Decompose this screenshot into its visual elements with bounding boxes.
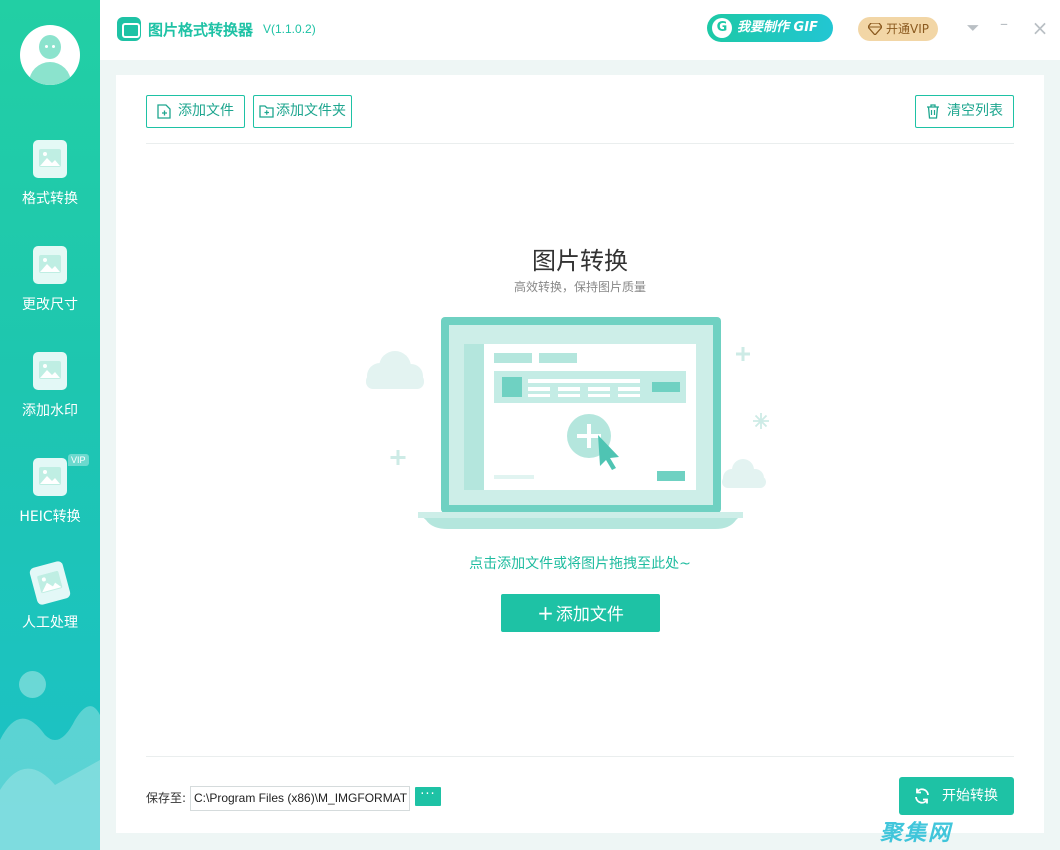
- add-file-primary-label: 添加文件: [555, 605, 624, 625]
- sparkle-star-icon: [753, 413, 769, 429]
- open-vip-button[interactable]: 开通VIP: [858, 17, 938, 41]
- app-version: V(1.1.0.2): [263, 22, 316, 36]
- empty-state-title: 图片转换: [532, 247, 628, 275]
- browse-folder-button[interactable]: ···: [415, 787, 441, 806]
- sparkle-plus-icon: [390, 450, 406, 465]
- sidebar-item-label: 人工处理: [22, 615, 78, 631]
- sidebar-item-label: HEIC转换: [19, 509, 81, 525]
- open-vip-label: 开通VIP: [886, 22, 929, 36]
- clear-list-button[interactable]: 清空列表: [915, 95, 1014, 128]
- save-to-label: 保存至:: [146, 791, 187, 805]
- cloud-icon: [366, 351, 424, 389]
- menu-dropdown-icon[interactable]: ⏷: [963, 18, 983, 38]
- make-gif-label: 我要制作 GIF: [737, 20, 818, 35]
- add-file-button[interactable]: 添加文件: [146, 95, 245, 128]
- add-folder-icon: [259, 105, 274, 118]
- toolbar-divider: [146, 143, 1014, 144]
- add-file-icon: [157, 104, 171, 119]
- diamond-icon: [868, 23, 882, 35]
- add-file-label: 添加文件: [178, 103, 234, 119]
- refresh-icon: [915, 788, 929, 804]
- avatar-body: [29, 62, 71, 85]
- clear-list-label: 清空列表: [947, 103, 1003, 119]
- manual-process-icon: [28, 560, 72, 606]
- sidebar-item-label: 更改尺寸: [22, 297, 78, 313]
- add-file-primary-button[interactable]: + 添加文件: [501, 594, 660, 632]
- save-path-input[interactable]: C:\Program Files (x86)\M_IMGFORMAT: [190, 786, 410, 811]
- drop-hint-text: 点击添加文件或将图片拖拽至此处~: [469, 556, 691, 572]
- heic-icon: [33, 458, 67, 496]
- add-folder-button[interactable]: 添加文件夹: [253, 95, 352, 128]
- close-button[interactable]: ×: [1030, 18, 1050, 38]
- sidebar-item-manual[interactable]: 人工处理: [0, 560, 100, 664]
- plus-icon: +: [537, 601, 554, 625]
- minimize-button[interactable]: –: [994, 14, 1014, 34]
- start-convert-label: 开始转换: [942, 788, 998, 804]
- image-resize-icon: [33, 246, 67, 284]
- app-logo-icon: [117, 17, 141, 41]
- image-watermark-icon: [33, 352, 67, 390]
- avatar-head: [39, 35, 61, 59]
- drop-zone-illustration[interactable]: [360, 310, 780, 535]
- sidebar-item-label: 格式转换: [22, 191, 78, 207]
- gif-logo-icon: G: [712, 18, 732, 38]
- sparkle-plus-icon: [736, 347, 750, 361]
- start-convert-button[interactable]: 开始转换: [899, 777, 1014, 815]
- title-bar: 图片格式转换器 V(1.1.0.2) G 我要制作 GIF 开通VIP ⏷ – …: [100, 0, 1060, 60]
- image-convert-icon: [33, 140, 67, 178]
- user-avatar[interactable]: [20, 25, 80, 85]
- cloud-icon: [722, 459, 766, 488]
- trash-icon: [927, 104, 939, 119]
- decorative-mountains: [0, 706, 100, 850]
- empty-state-subtitle: 高效转换，保持图片质量: [513, 280, 646, 294]
- sidebar: 格式转换 更改尺寸 添加水印 VIP HEIC转换 人工处理: [0, 0, 100, 850]
- sidebar-item-format-convert[interactable]: 格式转换: [0, 140, 100, 240]
- footer-divider: [146, 756, 1014, 757]
- make-gif-button[interactable]: G 我要制作 GIF: [707, 14, 833, 42]
- app-title: 图片格式转换器: [148, 21, 254, 39]
- sidebar-item-heic[interactable]: VIP HEIC转换: [0, 454, 100, 558]
- sidebar-item-resize[interactable]: 更改尺寸: [0, 246, 100, 346]
- vip-badge: VIP: [68, 454, 89, 466]
- add-folder-label: 添加文件夹: [276, 103, 346, 119]
- sidebar-item-label: 添加水印: [22, 403, 78, 419]
- sidebar-item-watermark[interactable]: 添加水印: [0, 352, 100, 452]
- site-watermark: 聚集网: [880, 821, 953, 846]
